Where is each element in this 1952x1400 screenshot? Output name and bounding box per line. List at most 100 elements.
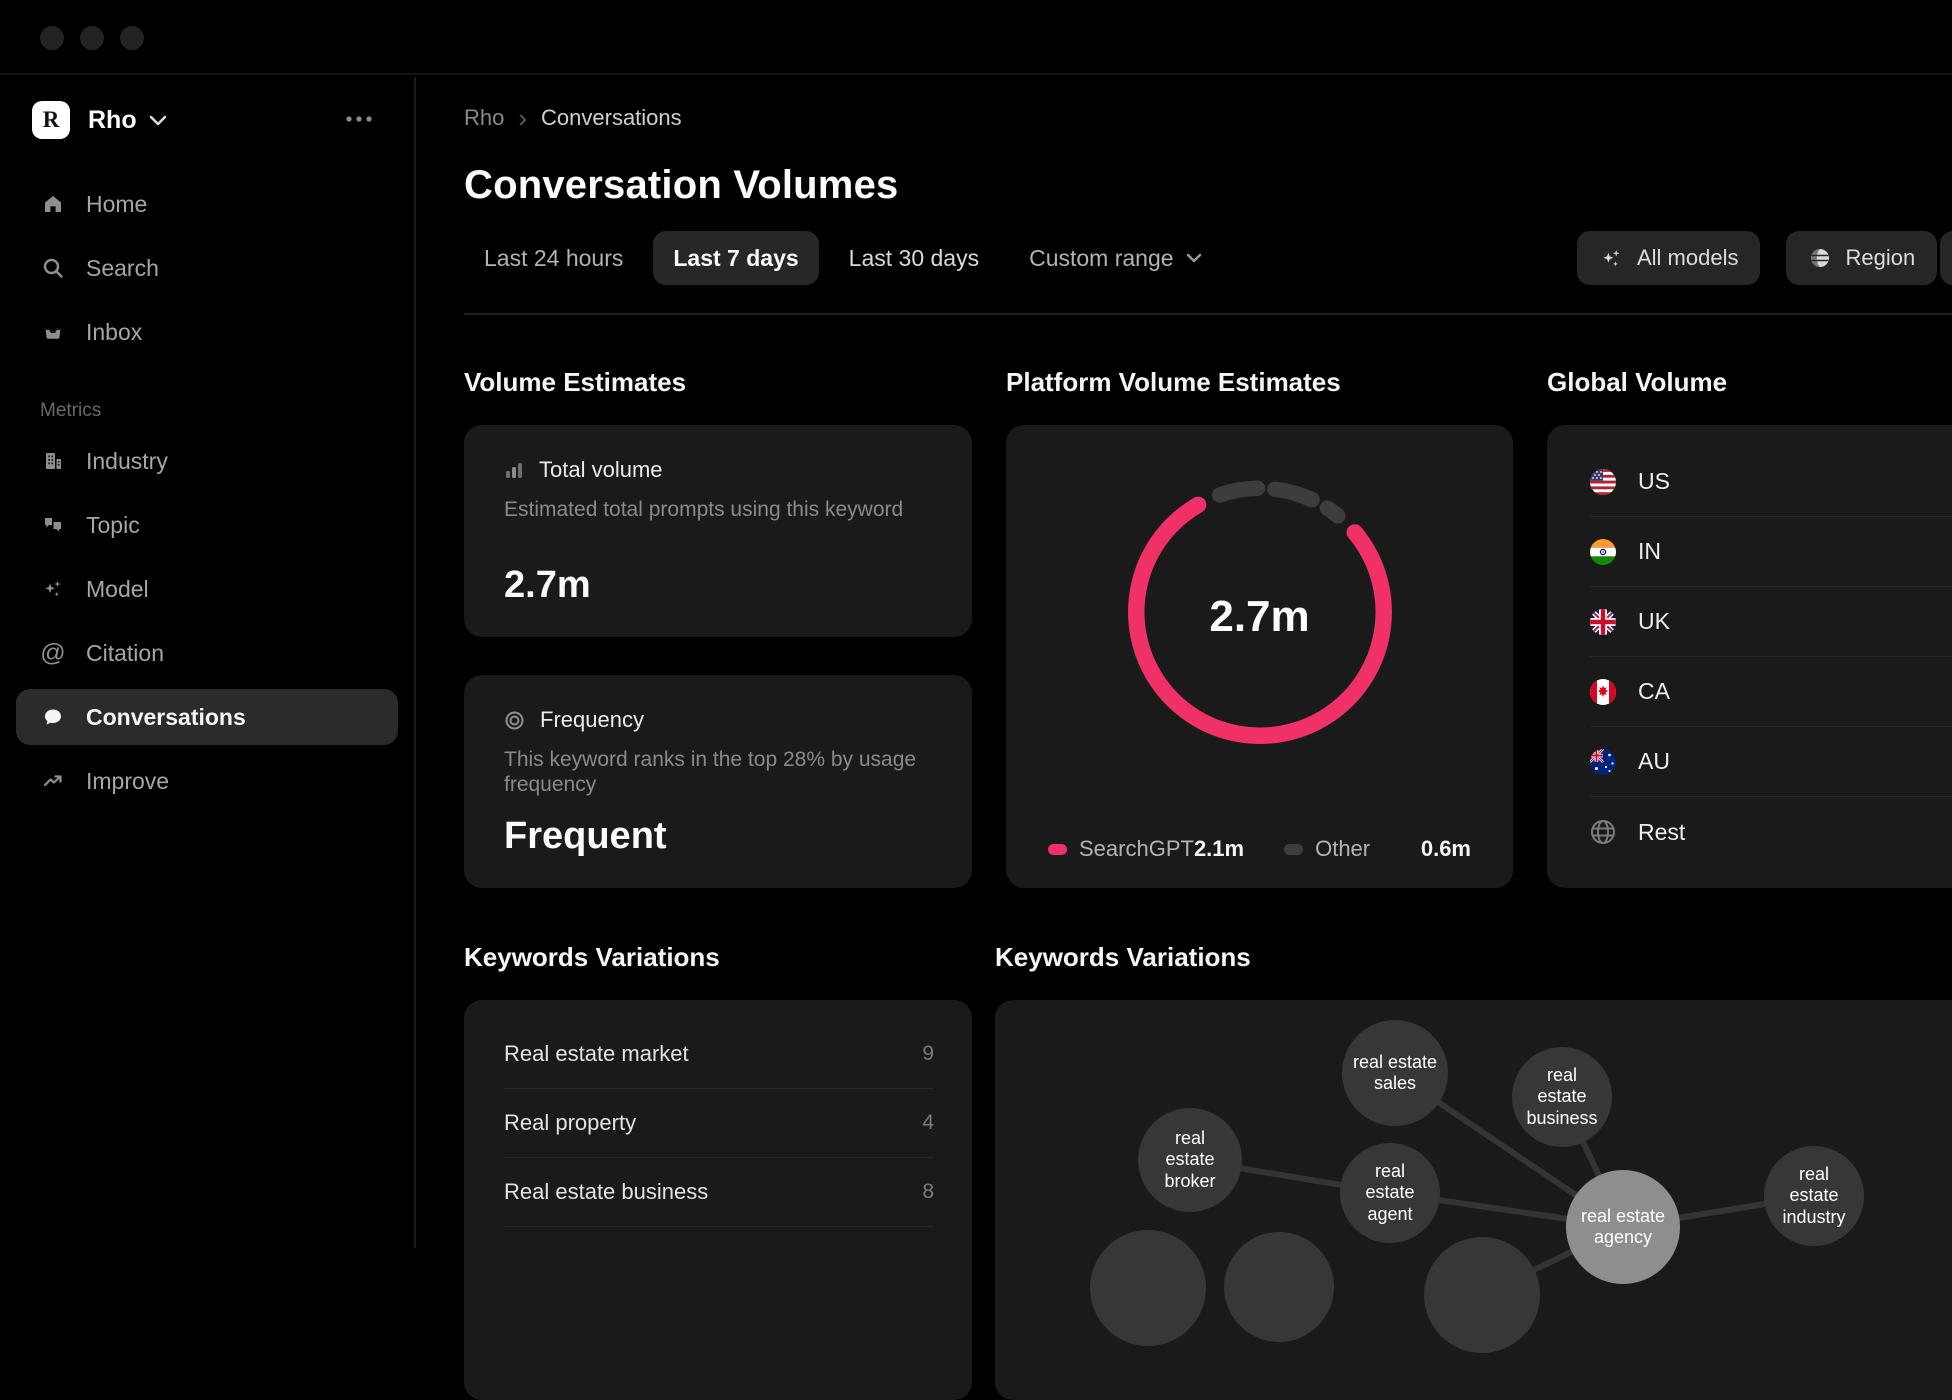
tab-custom-range[interactable]: Custom range xyxy=(1009,231,1221,285)
total-volume-value: 2.7m xyxy=(504,564,932,607)
window-zoom-button[interactable] xyxy=(120,26,144,50)
legend-dot-other xyxy=(1284,844,1303,855)
geo-label: IN xyxy=(1638,538,1661,565)
sidebar-section-metrics: Metrics xyxy=(0,396,414,426)
tab-last-30-days[interactable]: Last 30 days xyxy=(829,231,999,285)
keywords-graph-card: real estate salesreal estate businessrea… xyxy=(995,1000,1952,1400)
keyword-bubble: real estate business xyxy=(1512,1047,1612,1147)
sidebar-item-label: Industry xyxy=(86,448,168,475)
page-title: Conversation Volumes xyxy=(464,163,898,208)
all-models-button[interactable]: All models xyxy=(1577,231,1760,285)
keyword-label: Real estate business xyxy=(504,1179,708,1205)
button-label: Region xyxy=(1845,245,1915,271)
sidebar-item-model[interactable]: Model xyxy=(0,557,414,621)
india-flag-icon xyxy=(1590,539,1616,565)
sidebar-more-menu[interactable] xyxy=(344,114,378,124)
sidebar-item-home[interactable]: Home xyxy=(0,172,414,236)
stat-description: Estimated total prompts using this keywo… xyxy=(504,497,932,522)
tab-label: Custom range xyxy=(1029,245,1173,272)
keyword-bubble: real estate sales xyxy=(1342,1020,1448,1126)
trending-up-icon xyxy=(40,769,66,793)
geo-label: CA xyxy=(1638,678,1670,705)
clipped-header-button[interactable] xyxy=(1940,231,1952,285)
region-button[interactable]: Region xyxy=(1786,231,1937,285)
inbox-icon xyxy=(40,320,66,344)
window-minimize-button[interactable] xyxy=(80,26,104,50)
globe-icon xyxy=(1808,246,1832,270)
sidebar-item-label: Model xyxy=(86,576,149,603)
frequency-value: Frequent xyxy=(504,815,932,858)
breadcrumb-root[interactable]: Rho xyxy=(464,105,504,131)
section-title-keywords-graph: Keywords Variations xyxy=(995,942,1251,973)
sidebar-item-topic[interactable]: Topic xyxy=(0,493,414,557)
keyword-count: 9 xyxy=(922,1042,934,1066)
geo-label: UK xyxy=(1638,608,1670,635)
section-title-global: Global Volume xyxy=(1547,367,1727,398)
uk-flag-icon xyxy=(1590,609,1616,635)
legend-value: 2.1m xyxy=(1194,836,1284,862)
breadcrumb: Rho › Conversations xyxy=(464,105,682,131)
tab-last-24-hours[interactable]: Last 24 hours xyxy=(464,231,643,285)
workspace-logo: R xyxy=(32,101,70,139)
topic-icon xyxy=(40,513,66,537)
section-title-platform: Platform Volume Estimates xyxy=(1006,367,1341,398)
sparkles-icon xyxy=(40,577,66,601)
sidebar-item-label: Home xyxy=(86,191,147,218)
us-flag-icon xyxy=(1590,469,1616,495)
keyword-count: 4 xyxy=(922,1111,934,1135)
geo-row-uk: UK xyxy=(1590,587,1952,657)
frequency-card: Frequency This keyword ranks in the top … xyxy=(464,675,972,888)
stat-label: Frequency xyxy=(540,707,644,733)
at-sign-icon: @ xyxy=(40,641,66,666)
legend-label: SearchGPT xyxy=(1079,836,1194,862)
sidebar-item-label: Inbox xyxy=(86,319,142,346)
search-icon xyxy=(40,256,66,280)
tab-last-7-days[interactable]: Last 7 days xyxy=(653,231,818,285)
chat-bubble-icon xyxy=(40,705,66,729)
sparkles-icon xyxy=(1599,246,1624,271)
sidebar-item-label: Improve xyxy=(86,768,169,795)
geo-row-ca: CA xyxy=(1590,657,1952,727)
keywords-list-card: Real estate market 9 Real property 4 Rea… xyxy=(464,1000,972,1400)
window-close-button[interactable] xyxy=(40,26,64,50)
breadcrumb-separator-icon: › xyxy=(518,107,527,129)
keyword-count: 8 xyxy=(922,1180,934,1204)
sidebar-item-label: Conversations xyxy=(86,704,246,731)
bar-chart-icon xyxy=(504,460,524,480)
sidebar-item-improve[interactable]: Improve xyxy=(0,749,414,813)
sidebar-item-label: Topic xyxy=(86,512,140,539)
time-range-tabs: Last 24 hours Last 7 days Last 30 days C… xyxy=(464,231,1222,285)
keyword-row: Real property 4 xyxy=(504,1089,934,1158)
sidebar-item-conversations[interactable]: Conversations xyxy=(0,685,414,749)
window-titlebar xyxy=(0,0,1952,75)
industry-icon xyxy=(40,449,66,473)
geo-label: AU xyxy=(1638,748,1670,775)
geo-row-in: IN xyxy=(1590,517,1952,587)
australia-flag-icon xyxy=(1590,749,1616,775)
stat-description: This keyword ranks in the top 28% by usa… xyxy=(504,747,932,797)
geo-row-rest: Rest xyxy=(1590,797,1952,867)
canada-flag-icon xyxy=(1590,679,1616,705)
sidebar-item-search[interactable]: Search xyxy=(0,236,414,300)
button-label: All models xyxy=(1637,245,1738,271)
donut-legend: SearchGPT 2.1m Other 0.6m xyxy=(1048,836,1471,862)
legend-value: 0.6m xyxy=(1421,836,1471,862)
geo-label: US xyxy=(1638,468,1670,495)
sidebar-item-inbox[interactable]: Inbox xyxy=(0,300,414,364)
workspace-switcher[interactable]: R Rho xyxy=(0,100,414,140)
geo-label: Rest xyxy=(1638,819,1685,846)
breadcrumb-current[interactable]: Conversations xyxy=(541,105,682,131)
sidebar-item-citation[interactable]: @ Citation xyxy=(0,621,414,685)
donut-total-value: 2.7m xyxy=(1006,592,1513,642)
globe-icon xyxy=(1590,819,1616,845)
global-volume-card: US IN UK CA xyxy=(1547,425,1952,888)
chevron-down-icon xyxy=(1186,253,1202,263)
legend-label: Other xyxy=(1315,836,1370,862)
stat-label: Total volume xyxy=(539,457,663,483)
keyword-row: Real estate business 8 xyxy=(504,1158,934,1227)
chevron-down-icon xyxy=(149,115,167,126)
platform-volume-card: 2.7m SearchGPT 2.1m Other 0.6m xyxy=(1006,425,1513,888)
keyword-label: Real property xyxy=(504,1110,636,1136)
sidebar-item-industry[interactable]: Industry xyxy=(0,429,414,493)
legend-dot-searchgpt xyxy=(1048,844,1067,855)
